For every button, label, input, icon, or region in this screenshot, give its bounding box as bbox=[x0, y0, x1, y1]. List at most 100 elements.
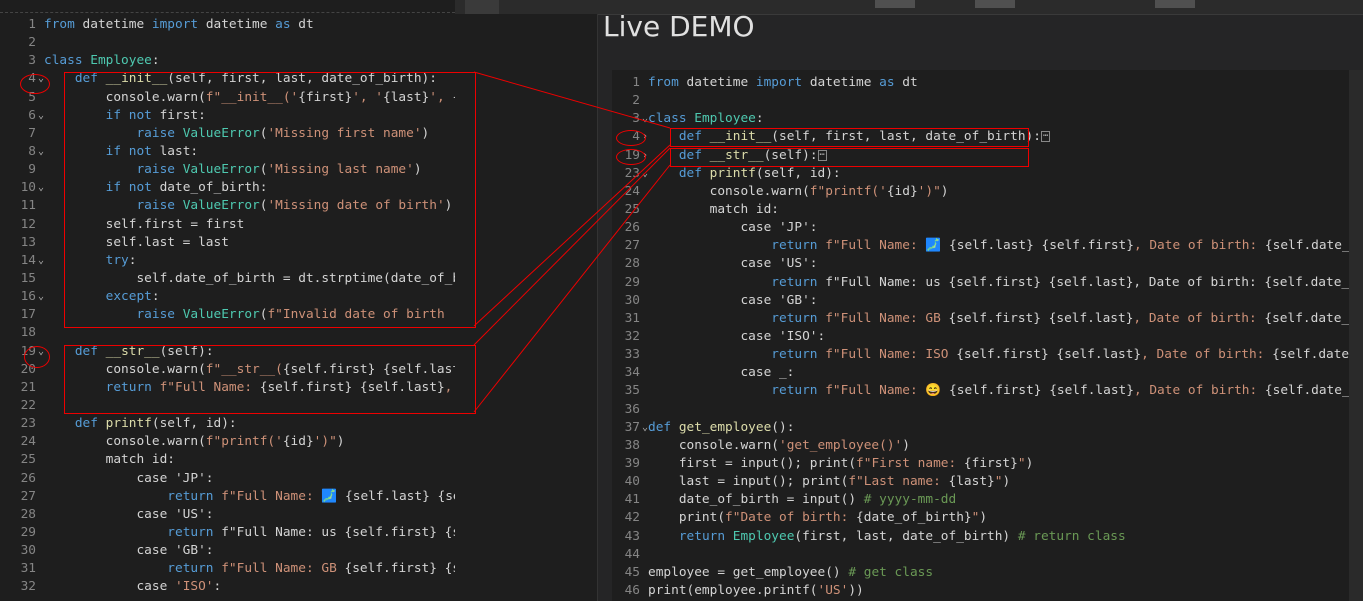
code-token: return bbox=[678, 528, 733, 544]
code-token: {id} bbox=[282, 434, 314, 450]
line-number: 17 bbox=[20, 307, 36, 323]
code-text: return f"Full Name: GB {self.first} {sel… bbox=[648, 310, 1363, 328]
code-token: last = input(); print( bbox=[648, 474, 849, 490]
code-line: 2 bbox=[8, 34, 455, 52]
code-text: case 'GB': bbox=[648, 292, 817, 310]
code-token: Employee bbox=[732, 528, 795, 544]
code-line: 41 date_of_birth = input() # yyyy-mm-dd bbox=[612, 491, 1363, 509]
scrollbar[interactable] bbox=[1349, 70, 1363, 601]
code-token: get_employee bbox=[678, 419, 772, 435]
code-token: def bbox=[74, 416, 106, 432]
code-token: first = input(); print( bbox=[648, 455, 857, 471]
code-token: # return class bbox=[1017, 528, 1126, 544]
line-number: 43 bbox=[624, 528, 640, 544]
code-token: {self.first} {self.l bbox=[344, 561, 455, 577]
code-token: employee = get_employee() bbox=[648, 564, 849, 580]
code-token: ) bbox=[940, 183, 949, 199]
annotation-box-init-folded bbox=[670, 128, 1029, 147]
code-line: 44 bbox=[612, 546, 1363, 564]
code-line: 28 case 'US': bbox=[8, 506, 455, 524]
code-token: ) bbox=[979, 510, 988, 526]
code-line: 43 return Employee(first, last, date_of_… bbox=[612, 528, 1363, 546]
folded-region-ellipsis[interactable]: ⋯ bbox=[1040, 131, 1051, 143]
code-token: (self, id): bbox=[755, 165, 841, 181]
code-token: dt bbox=[298, 17, 314, 32]
line-number: 36 bbox=[624, 401, 640, 417]
code-token: , Date of birth: bbox=[1141, 347, 1273, 363]
line-number: 42 bbox=[624, 510, 640, 526]
code-token: case 'JP': bbox=[648, 220, 818, 236]
code-token: f"Full Name: bbox=[221, 488, 322, 504]
line-number: 30 bbox=[20, 543, 36, 559]
code-line: 26 case 'JP': bbox=[612, 219, 1363, 237]
code-line: 46 print(employee.printf('US')) bbox=[612, 582, 1363, 600]
code-token: ) bbox=[902, 437, 910, 453]
code-token: ')" bbox=[917, 183, 941, 199]
top-bar-chip bbox=[975, 0, 1015, 8]
line-number: 3 bbox=[632, 111, 640, 127]
code-token: case 'ISO': bbox=[648, 328, 826, 344]
line-number: 31 bbox=[20, 561, 36, 577]
code-line: 29 return f"Full Name: us {self.first} {… bbox=[8, 524, 455, 542]
line-number: 44 bbox=[624, 546, 640, 562]
line-number: 23 bbox=[20, 416, 36, 432]
code-line: 39 first = input(); print(f"First name: … bbox=[612, 455, 1363, 473]
code-token: case 'JP': bbox=[44, 470, 214, 486]
code-token: datetime bbox=[205, 17, 276, 32]
code-text: from datetime import datetime as dt bbox=[44, 16, 314, 34]
code-token: f"Full Name: ISO bbox=[825, 347, 957, 363]
code-text: match id: bbox=[44, 451, 175, 469]
code-text: def printf(self, id): bbox=[648, 165, 841, 183]
line-number: 34 bbox=[624, 365, 640, 381]
line-number: 28 bbox=[624, 256, 640, 272]
code-text: date_of_birth = input() # yyyy-mm-dd bbox=[648, 491, 956, 509]
code-token: return bbox=[771, 347, 826, 363]
code-token: ) bbox=[336, 434, 345, 450]
code-text: case 'ISO': bbox=[44, 578, 221, 596]
code-token: # get class bbox=[848, 564, 934, 580]
line-number: 14 bbox=[20, 252, 36, 268]
left-editor-top-edge bbox=[0, 0, 455, 13]
line-number: 12 bbox=[20, 216, 36, 232]
line-number: 41 bbox=[624, 492, 640, 508]
code-token: ) bbox=[1025, 455, 1034, 471]
line-number: 27 bbox=[624, 238, 640, 254]
code-token: return bbox=[771, 383, 826, 399]
code-text: case _: bbox=[648, 364, 794, 382]
code-token: " bbox=[1017, 455, 1026, 471]
code-token: Employee bbox=[694, 111, 756, 127]
code-line: 30 case 'GB': bbox=[612, 292, 1363, 310]
code-text: return f"Full Name: 😄 {self.first} {self… bbox=[648, 382, 1363, 400]
code-token: class bbox=[648, 111, 695, 127]
code-text: return f"Full Name: us {self.first} {sel… bbox=[44, 524, 455, 542]
code-line: 29 return f"Full Name: us {self.first} {… bbox=[612, 274, 1363, 292]
code-text: class Employee: bbox=[648, 110, 764, 128]
line-number: 28 bbox=[20, 506, 36, 522]
line-number: 10 bbox=[20, 180, 36, 196]
code-text: def printf(self, id): bbox=[44, 415, 237, 433]
line-number: 29 bbox=[20, 524, 36, 540]
line-number: 39 bbox=[624, 455, 640, 471]
line-number: 25 bbox=[624, 201, 640, 217]
code-text: return f"Full Name: ISO {self.first} {se… bbox=[648, 346, 1363, 364]
code-line: 40 last = input(); print(f"Last name: {l… bbox=[612, 473, 1363, 491]
top-bar-button[interactable] bbox=[465, 0, 499, 14]
line-number: 33 bbox=[624, 347, 640, 363]
code-text: first = input(); print(f"First name: {fi… bbox=[648, 455, 1033, 473]
code-token: console.warn( bbox=[44, 434, 206, 450]
code-token: case 'US': bbox=[44, 506, 214, 522]
code-token: case 'US': bbox=[648, 256, 818, 272]
code-text: case 'US': bbox=[648, 255, 818, 273]
code-token: , Date of birth: bbox=[1133, 310, 1265, 326]
code-token: def bbox=[648, 419, 679, 435]
code-line: 27 return f"Full Name: 🗾 {self.last} {se… bbox=[8, 488, 455, 506]
line-number: 24 bbox=[20, 434, 36, 450]
code-token: f"Full Name: bbox=[221, 561, 322, 577]
line-number: 1 bbox=[28, 17, 36, 32]
code-token: printf bbox=[709, 165, 756, 181]
code-token: return bbox=[771, 310, 826, 326]
